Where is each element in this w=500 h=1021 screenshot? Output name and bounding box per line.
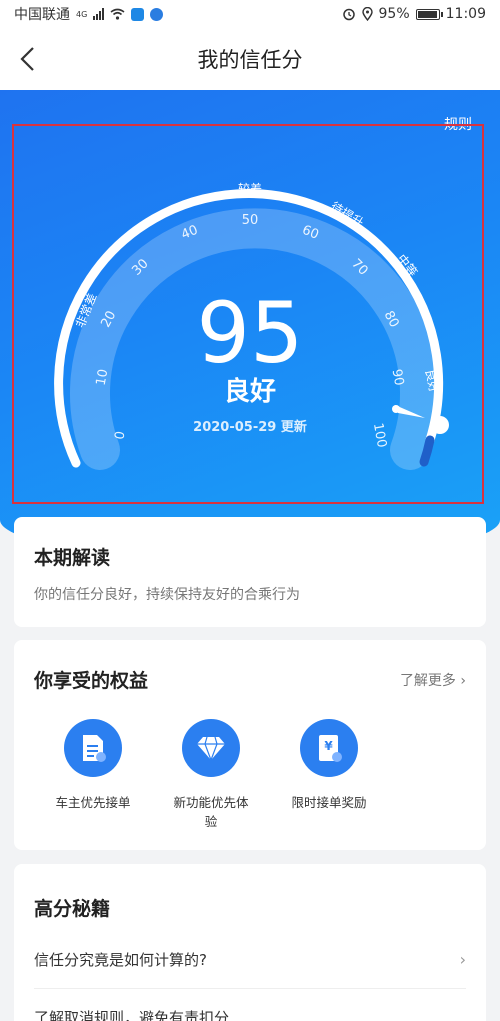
interpretation-text: 你的信任分良好，持续保持友好的合乘行为	[34, 587, 300, 603]
tip-row[interactable]: 了解取消规则，避免有责扣分	[34, 1007, 466, 1021]
interpretation-card: 本期解读 你的信任分良好，持续保持友好的合乘行为	[14, 517, 486, 627]
benefit-item[interactable]: ¥ 限时接单奖励	[270, 719, 388, 831]
svg-text:¥: ¥	[324, 739, 333, 753]
highlight-box	[12, 124, 484, 504]
benefits-title: 你享受的权益	[34, 670, 149, 692]
app-notification-icon	[131, 7, 145, 21]
carrier-label: 中国联通	[14, 7, 70, 23]
tip-row[interactable]: 信任分究竟是如何计算的? ›	[34, 949, 466, 989]
signal-icon	[93, 8, 105, 20]
benefits-card: 你享受的权益 了解更多 › 车主优先接单 新功能优先体验 ¥ 限时接单奖励	[14, 640, 486, 850]
chevron-left-icon[interactable]	[14, 44, 44, 74]
benefit-item[interactable]: 车主优先接单	[34, 719, 152, 831]
clock: 11:09	[445, 6, 486, 22]
diamond-icon	[182, 719, 240, 777]
yen-voucher-icon: ¥	[300, 719, 358, 777]
benefit-label: 车主优先接单	[55, 795, 131, 810]
location-icon	[361, 7, 373, 21]
tip-text: 信任分究竟是如何计算的?	[34, 951, 207, 969]
status-bar: 中国联通 4G 95% 11:09	[0, 0, 500, 28]
network-type: 4G	[76, 9, 88, 19]
learn-more-link[interactable]: 了解更多 ›	[400, 670, 466, 690]
page-title: 我的信任分	[197, 48, 303, 72]
benefit-label: 新功能优先体验	[173, 795, 249, 829]
tips-card: 高分秘籍 信任分究竟是如何计算的? › 了解取消规则，避免有责扣分	[14, 864, 486, 1021]
chevron-right-icon: ›	[459, 950, 466, 969]
document-icon	[64, 719, 122, 777]
battery-icon	[415, 8, 443, 20]
tips-title: 高分秘籍	[34, 898, 111, 920]
benefit-item[interactable]: 新功能优先体验	[152, 719, 270, 831]
navbar: 我的信任分	[0, 28, 500, 90]
browser-notification-icon	[150, 7, 164, 21]
battery-percent: 95%	[378, 6, 410, 22]
tip-text: 了解取消规则，避免有责扣分	[34, 1009, 230, 1021]
interpretation-title: 本期解读	[34, 547, 111, 569]
alarm-icon	[342, 8, 355, 21]
chevron-right-icon: ›	[460, 672, 466, 689]
benefit-label: 限时接单奖励	[291, 795, 367, 810]
wifi-icon	[110, 8, 125, 20]
